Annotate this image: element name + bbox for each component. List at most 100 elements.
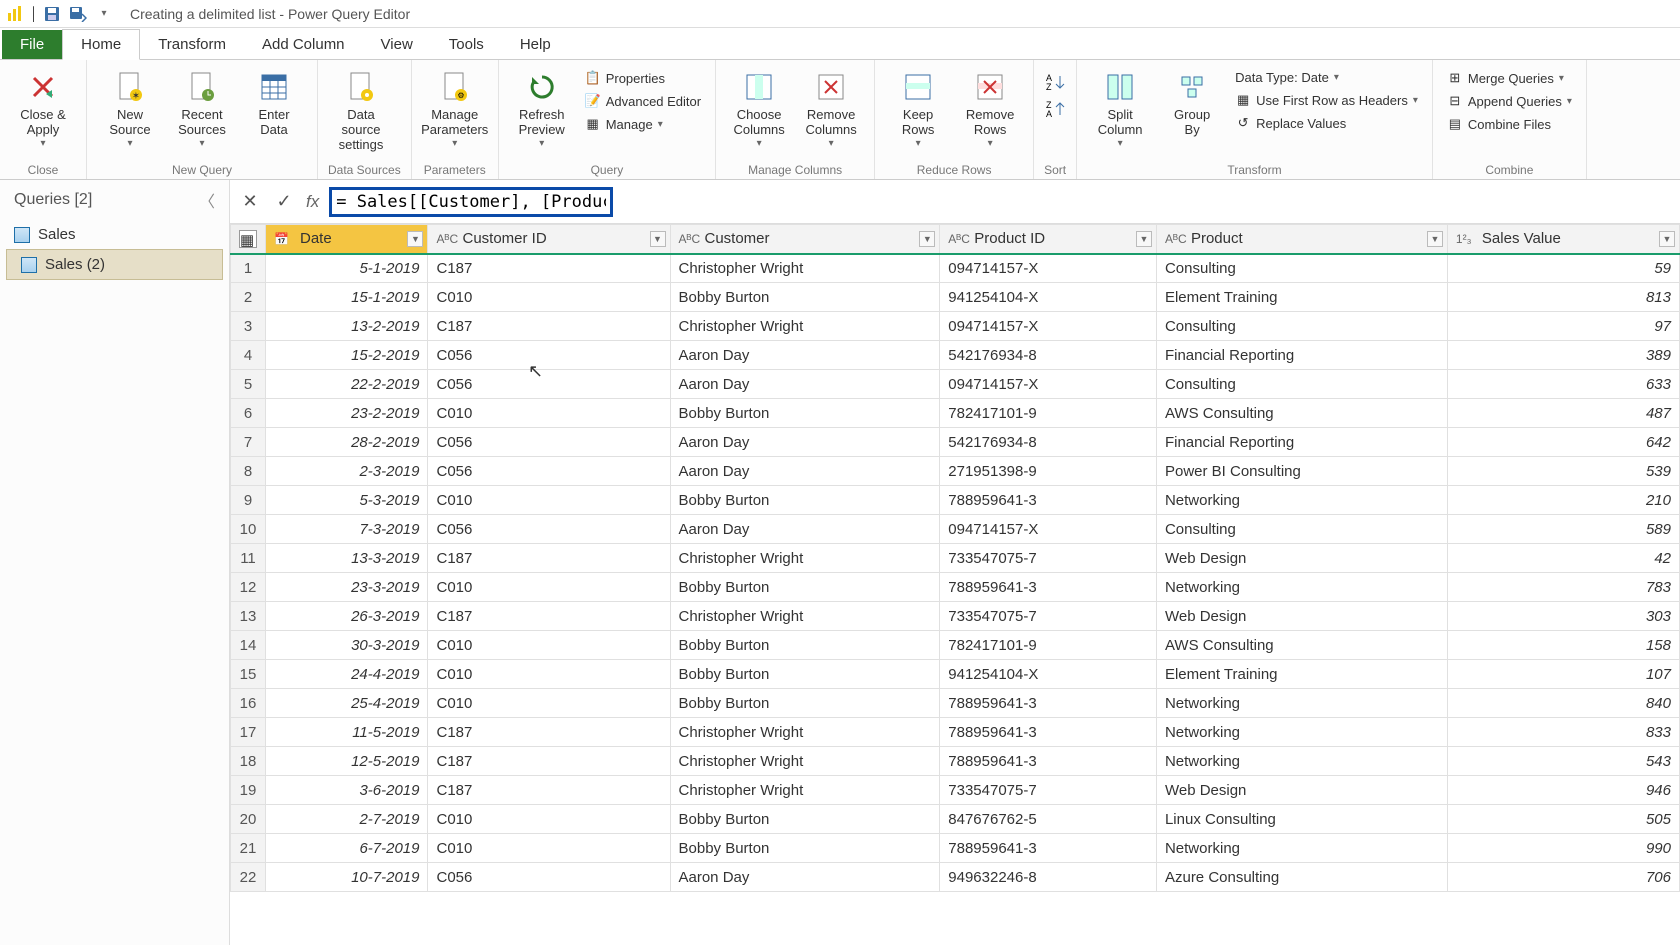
row-number[interactable]: 12 [231, 573, 266, 602]
formula-cancel-button[interactable]: ✕ [238, 190, 262, 214]
combine-files-button[interactable]: ▤Combine Files [1443, 114, 1576, 134]
cell[interactable]: 733547075-7 [940, 776, 1157, 805]
query-item[interactable]: Sales (2) [6, 249, 223, 280]
row-number[interactable]: 13 [231, 602, 266, 631]
filter-dropdown-icon[interactable]: ▼ [1136, 231, 1152, 247]
cell[interactable]: Networking [1156, 573, 1447, 602]
cell[interactable]: 13-3-2019 [266, 544, 428, 573]
filter-dropdown-icon[interactable]: ▼ [650, 231, 666, 247]
row-number[interactable]: 17 [231, 718, 266, 747]
cell[interactable]: C187 [428, 544, 670, 573]
cell[interactable]: 24-4-2019 [266, 660, 428, 689]
cell[interactable]: 094714157-X [940, 515, 1157, 544]
cell[interactable]: C010 [428, 283, 670, 312]
cell[interactable]: Consulting [1156, 370, 1447, 399]
cell[interactable]: 22-2-2019 [266, 370, 428, 399]
cell[interactable]: C010 [428, 660, 670, 689]
cell[interactable]: 389 [1447, 341, 1679, 370]
sort-desc-button[interactable]: ZA [1044, 99, 1066, 122]
row-number[interactable]: 4 [231, 341, 266, 370]
formula-commit-button[interactable]: ✓ [272, 190, 296, 214]
row-number[interactable]: 22 [231, 863, 266, 892]
cell[interactable]: 543 [1447, 747, 1679, 776]
row-number[interactable]: 2 [231, 283, 266, 312]
grid-corner[interactable]: ▦ [231, 225, 266, 254]
row-number[interactable]: 14 [231, 631, 266, 660]
row-number[interactable]: 5 [231, 370, 266, 399]
cell[interactable]: 487 [1447, 399, 1679, 428]
cell[interactable]: Christopher Wright [670, 254, 940, 283]
row-number[interactable]: 15 [231, 660, 266, 689]
cell[interactable]: Consulting [1156, 254, 1447, 283]
cell[interactable]: 6-7-2019 [266, 834, 428, 863]
cell[interactable]: 094714157-X [940, 254, 1157, 283]
replace-values-button[interactable]: ↺Replace Values [1231, 113, 1422, 133]
cell[interactable]: 946 [1447, 776, 1679, 805]
cell[interactable]: C187 [428, 776, 670, 805]
cell[interactable]: Networking [1156, 689, 1447, 718]
cell[interactable]: 642 [1447, 428, 1679, 457]
cell[interactable]: Christopher Wright [670, 776, 940, 805]
cell[interactable]: 813 [1447, 283, 1679, 312]
query-item[interactable]: Sales [0, 220, 229, 249]
split-column-button[interactable]: Split Column [1087, 64, 1153, 149]
row-number[interactable]: 21 [231, 834, 266, 863]
cell[interactable]: 30-3-2019 [266, 631, 428, 660]
cell[interactable]: C187 [428, 254, 670, 283]
cell[interactable]: 094714157-X [940, 312, 1157, 341]
cell[interactable]: 7-3-2019 [266, 515, 428, 544]
manage-button[interactable]: ▦Manage [581, 114, 705, 134]
cell[interactable]: Aaron Day [670, 428, 940, 457]
cell[interactable]: 706 [1447, 863, 1679, 892]
cell[interactable]: C010 [428, 834, 670, 863]
cell[interactable]: Aaron Day [670, 457, 940, 486]
cell[interactable]: C010 [428, 689, 670, 718]
cell[interactable]: Bobby Burton [670, 631, 940, 660]
cell[interactable]: 941254104-X [940, 660, 1157, 689]
cell[interactable]: 094714157-X [940, 370, 1157, 399]
advanced-editor-button[interactable]: 📝Advanced Editor [581, 91, 705, 111]
cell[interactable]: Element Training [1156, 283, 1447, 312]
cell[interactable]: 542176934-8 [940, 428, 1157, 457]
filter-dropdown-icon[interactable]: ▼ [407, 231, 423, 247]
cell[interactable]: Bobby Burton [670, 573, 940, 602]
cell[interactable]: C056 [428, 428, 670, 457]
cell[interactable]: C010 [428, 399, 670, 428]
cell[interactable]: 788959641-3 [940, 718, 1157, 747]
row-number[interactable]: 20 [231, 805, 266, 834]
column-header[interactable]: 1²₃Sales Value▼ [1447, 225, 1679, 254]
append-queries-button[interactable]: ⊟Append Queries [1443, 91, 1576, 111]
cell[interactable]: Aaron Day [670, 515, 940, 544]
cell[interactable]: 539 [1447, 457, 1679, 486]
cell[interactable]: Power BI Consulting [1156, 457, 1447, 486]
cell[interactable]: Consulting [1156, 312, 1447, 341]
refresh-preview-button[interactable]: Refresh Preview [509, 64, 575, 149]
cell[interactable]: 542176934-8 [940, 341, 1157, 370]
cell[interactable]: AWS Consulting [1156, 399, 1447, 428]
formula-input[interactable] [336, 192, 606, 212]
keep-rows-button[interactable]: Keep Rows [885, 64, 951, 149]
cell[interactable]: 840 [1447, 689, 1679, 718]
cell[interactable]: C010 [428, 486, 670, 515]
cell[interactable]: 733547075-7 [940, 544, 1157, 573]
cell[interactable]: 28-2-2019 [266, 428, 428, 457]
cell[interactable]: 158 [1447, 631, 1679, 660]
cell[interactable]: 633 [1447, 370, 1679, 399]
cell[interactable]: Christopher Wright [670, 718, 940, 747]
queries-collapse-icon[interactable]: 〈 [199, 188, 215, 212]
properties-button[interactable]: 📋Properties [581, 68, 705, 88]
cell[interactable]: 10-7-2019 [266, 863, 428, 892]
cell[interactable]: 783 [1447, 573, 1679, 602]
cell[interactable]: 23-2-2019 [266, 399, 428, 428]
column-header[interactable]: AᴮCProduct ID▼ [940, 225, 1157, 254]
cell[interactable]: 271951398-9 [940, 457, 1157, 486]
column-header[interactable]: 📅Date▼ [266, 225, 428, 254]
cell[interactable]: 25-4-2019 [266, 689, 428, 718]
tab-help[interactable]: Help [502, 30, 569, 59]
tab-tools[interactable]: Tools [431, 30, 502, 59]
cell[interactable]: Networking [1156, 747, 1447, 776]
data-type-button[interactable]: Data Type: Date [1231, 68, 1422, 87]
row-number[interactable]: 9 [231, 486, 266, 515]
cell[interactable]: 5-1-2019 [266, 254, 428, 283]
cell[interactable]: 949632246-8 [940, 863, 1157, 892]
